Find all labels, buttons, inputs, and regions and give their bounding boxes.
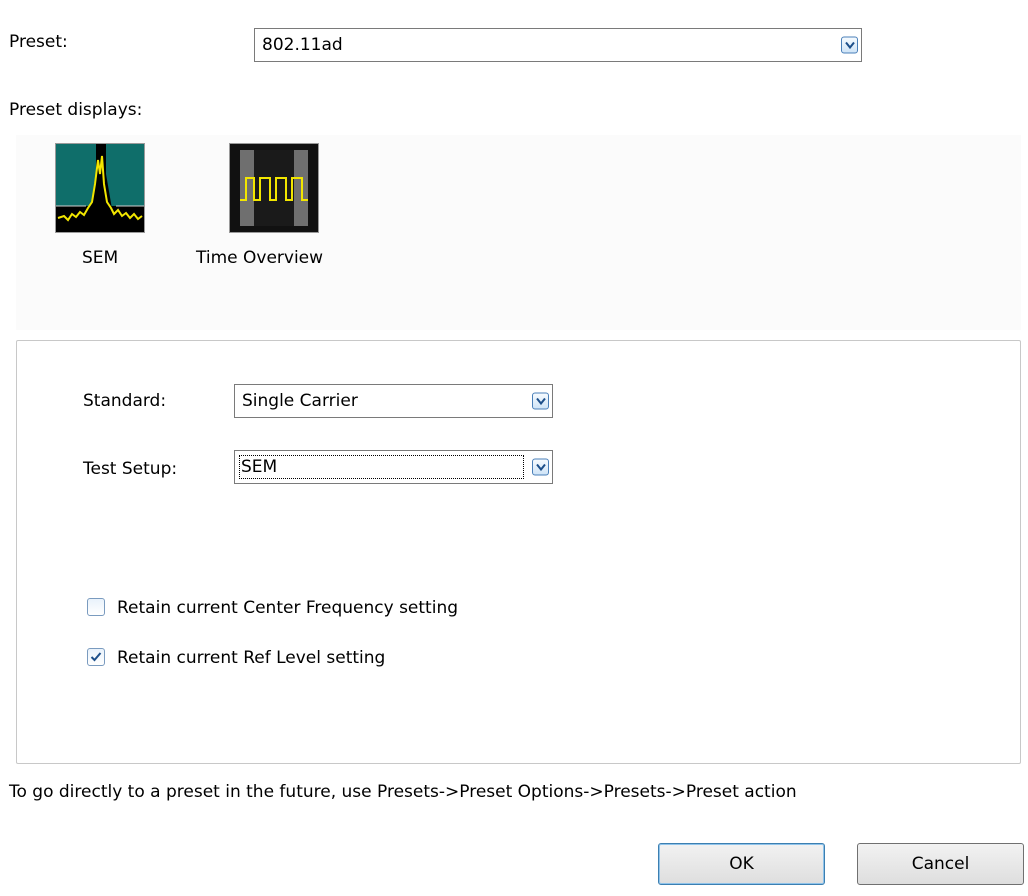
chevron-down-icon[interactable] bbox=[532, 458, 549, 476]
test-setup-value: SEM bbox=[239, 455, 524, 479]
ok-button[interactable]: OK bbox=[658, 843, 825, 885]
hint-text: To go directly to a preset in the future… bbox=[9, 782, 797, 802]
retain-center-frequency-checkbox[interactable] bbox=[87, 598, 105, 616]
test-setup-select[interactable]: SEM bbox=[234, 450, 553, 484]
standard-label: Standard: bbox=[83, 391, 167, 411]
preset-dialog: Preset: 802.11ad Preset displays: SEM Ti… bbox=[0, 0, 1028, 896]
retain-ref-level-checkbox[interactable] bbox=[87, 648, 105, 666]
preset-label: Preset: bbox=[9, 32, 68, 52]
sem-spectrum-icon bbox=[56, 144, 144, 232]
checkmark-icon bbox=[90, 652, 102, 662]
chevron-down-icon[interactable] bbox=[532, 392, 549, 410]
test-setup-label: Test Setup: bbox=[83, 459, 178, 479]
sem-display-label: SEM bbox=[82, 248, 119, 268]
retain-ref-level-label[interactable]: Retain current Ref Level setting bbox=[117, 647, 385, 669]
standard-value: Single Carrier bbox=[242, 391, 358, 411]
chevron-down-icon[interactable] bbox=[841, 36, 858, 54]
standard-select[interactable]: Single Carrier bbox=[234, 384, 553, 418]
cancel-button[interactable]: Cancel bbox=[857, 843, 1024, 885]
preset-displays-label: Preset displays: bbox=[9, 100, 143, 120]
sem-display-button[interactable] bbox=[55, 143, 145, 233]
time-overview-display-label: Time Overview bbox=[196, 248, 324, 268]
preset-select[interactable]: 802.11ad bbox=[254, 28, 862, 62]
time-overview-display-button[interactable] bbox=[229, 143, 319, 233]
retain-center-frequency-label[interactable]: Retain current Center Frequency setting bbox=[117, 597, 458, 619]
time-overview-icon bbox=[230, 144, 318, 232]
preset-displays-area bbox=[16, 135, 1021, 330]
preset-value: 802.11ad bbox=[262, 35, 343, 55]
